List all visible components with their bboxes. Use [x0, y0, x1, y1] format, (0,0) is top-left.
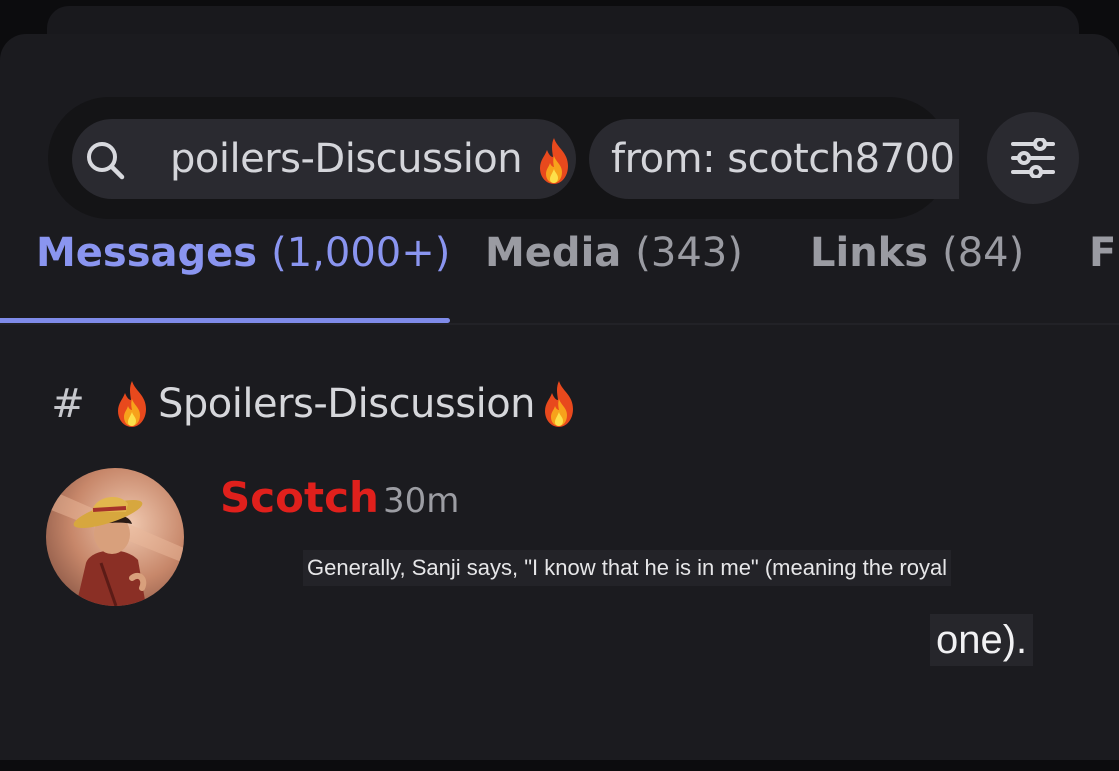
- channel-name: Spoilers-Discussion: [158, 381, 536, 427]
- search-input[interactable]: poilers-Discussion: [72, 119, 576, 199]
- fire-emoji-icon: [118, 381, 146, 427]
- message-timestamp: 30m: [383, 481, 460, 521]
- tab-links-count: (84): [942, 230, 1025, 276]
- channel-header[interactable]: # Spoilers-Discussion: [44, 374, 579, 434]
- message-text-line-1: Generally, Sanji says, "I know that he i…: [303, 550, 952, 586]
- sliders-icon: [1011, 138, 1055, 178]
- search-results-screen: poilers-Discussion from: scotch8700 Mess…: [0, 0, 1119, 771]
- tab-links[interactable]: Links (84): [810, 222, 1024, 318]
- tab-media[interactable]: Media (343): [485, 222, 743, 318]
- hash-icon: #: [51, 381, 85, 427]
- avatar-illustration: [46, 468, 184, 606]
- tabs-divider: [0, 323, 1119, 325]
- filter-button[interactable]: [987, 112, 1079, 204]
- tab-messages-count: (1,000+): [271, 230, 451, 276]
- tab-links-label: Links: [810, 230, 929, 276]
- fire-emoji-icon: [540, 138, 569, 184]
- tab-media-label: Media: [485, 230, 622, 276]
- results-tabs: Messages (1,000+) Media (343) Links (84) F: [0, 222, 1119, 326]
- tab-files[interactable]: F: [1089, 222, 1116, 318]
- search-query-value: poilers-Discussion: [170, 136, 523, 182]
- message-text-line-2: one).: [930, 614, 1034, 666]
- search-query-text: poilers-Discussion: [170, 133, 574, 185]
- tab-files-label: F: [1089, 230, 1117, 276]
- message-author[interactable]: Scotch: [220, 470, 379, 526]
- tab-media-count: (343): [635, 230, 743, 276]
- from-filter-text: from: scotch8700: [611, 136, 955, 182]
- search-icon: [87, 142, 125, 180]
- search-bar: poilers-Discussion from: scotch8700: [48, 97, 959, 219]
- tab-messages[interactable]: Messages (1,000+): [36, 222, 450, 318]
- avatar[interactable]: [46, 468, 184, 606]
- fire-emoji-icon: [545, 381, 574, 427]
- from-filter-chip[interactable]: from: scotch8700: [589, 119, 959, 199]
- tab-messages-label: Messages: [36, 230, 258, 276]
